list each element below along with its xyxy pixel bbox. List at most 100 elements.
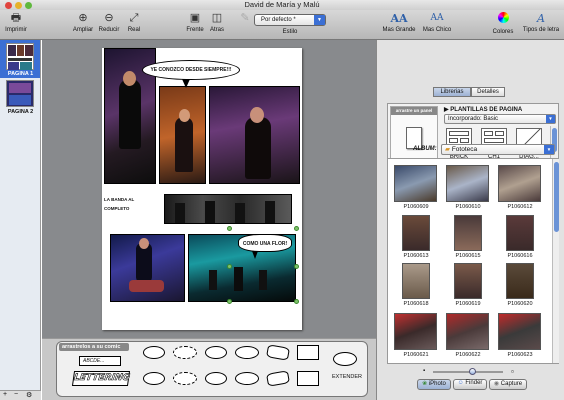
- print-button[interactable]: 🖶 Imprimir: [2, 12, 30, 33]
- photo-thumbnail[interactable]: [506, 263, 534, 299]
- gear-icon[interactable]: ⚙: [26, 391, 32, 399]
- folder-icon: ▰: [445, 146, 450, 153]
- photos-scrollbar[interactable]: [552, 159, 559, 363]
- bring-front-button[interactable]: ▣ Frente: [182, 12, 208, 33]
- tab-librerias[interactable]: Librerias: [433, 87, 471, 97]
- photo-label: P1060613: [403, 253, 429, 259]
- resize-handle[interactable]: [227, 299, 232, 304]
- remove-page-button[interactable]: −: [14, 391, 18, 398]
- bubble-shape-oval[interactable]: [205, 346, 227, 359]
- page-label-2: PAGINA 2: [7, 109, 34, 115]
- photo-thumbnail[interactable]: [394, 313, 437, 350]
- page-sidebar: PAGINA 1 PAGINA 2: [0, 40, 41, 390]
- photo-label: P1060616: [507, 253, 533, 259]
- bubble-shape-square[interactable]: [297, 345, 319, 360]
- font-bigger-icon: AA: [390, 12, 408, 25]
- page-thumbnail-2[interactable]: [6, 80, 34, 107]
- font-bigger-button[interactable]: AA Mas Grande: [380, 12, 418, 33]
- camera-icon: ◉: [493, 381, 500, 387]
- tab-finder[interactable]: ☺ Finder: [453, 379, 487, 390]
- bubble-shape-burst[interactable]: [266, 344, 290, 361]
- chevron-down-icon: ▼: [544, 145, 554, 154]
- photo-thumbnail[interactable]: [446, 313, 489, 350]
- fonts-button[interactable]: A Tipos de letra: [520, 12, 562, 33]
- album-label: ALBUM:: [413, 146, 437, 152]
- photo-thumbnail[interactable]: [454, 215, 482, 251]
- tab-capture[interactable]: ◉ Capture: [489, 379, 527, 390]
- chevron-down-icon: ▼: [314, 15, 325, 25]
- photo-label: P1060623: [507, 352, 533, 358]
- fonts-icon: A: [537, 12, 545, 25]
- zoom-window-button[interactable]: [25, 2, 32, 9]
- title-bar: David de María y Malú: [0, 0, 564, 10]
- minimize-window-button[interactable]: [15, 2, 22, 9]
- iphoto-icon: ❀: [422, 381, 428, 387]
- photo-thumbnail[interactable]: [454, 263, 482, 299]
- templates-select[interactable]: Incorporado: Basic ▼: [444, 114, 556, 124]
- printer-icon: 🖶: [10, 12, 22, 24]
- comic-panel-singer-center[interactable]: [159, 86, 206, 184]
- bubble-shape-oval[interactable]: [205, 372, 227, 385]
- speech-bubble-2-tail: [252, 251, 258, 259]
- bubble-shape-extend[interactable]: [333, 352, 357, 366]
- tab-iphoto[interactable]: ❀ iPhoto: [417, 379, 451, 390]
- photo-thumbnail[interactable]: [402, 215, 430, 251]
- actual-size-button[interactable]: ⤢ Real: [124, 12, 144, 33]
- lettering-template[interactable]: LETTERING: [71, 371, 131, 386]
- comic-panel-band[interactable]: [164, 194, 292, 224]
- bubble-shape-oval[interactable]: [143, 346, 165, 359]
- bubble-shape-burst[interactable]: [266, 370, 290, 387]
- bubble-shape-cloud[interactable]: [173, 372, 197, 385]
- bubble-shape-cloud[interactable]: [173, 346, 197, 359]
- resize-handle[interactable]: [227, 264, 232, 269]
- sidebar-footer: + − ⚙: [0, 390, 41, 400]
- photo-thumbnail[interactable]: [402, 263, 430, 299]
- small-size-icon: ▪: [423, 368, 426, 374]
- photo-thumbnail[interactable]: [446, 165, 489, 202]
- speech-bubble-2[interactable]: COMO UNA FLOR!: [238, 234, 292, 252]
- tray-title: arrastrelos a su comic: [59, 343, 129, 351]
- photo-label: P1060609: [403, 204, 429, 210]
- comic-panel-singer-blue[interactable]: [110, 234, 185, 302]
- add-page-button[interactable]: +: [3, 391, 7, 398]
- comic-panel-singer-right[interactable]: [209, 86, 300, 184]
- bubble-shape-square[interactable]: [297, 371, 319, 386]
- resize-handle[interactable]: [294, 264, 299, 269]
- photo-thumbnail[interactable]: [498, 165, 541, 202]
- caption-template[interactable]: ABCDE...: [79, 356, 121, 366]
- close-window-button[interactable]: [5, 2, 12, 9]
- balloon-tray: arrastrelos a su comic ABCDE... LETTERIN…: [56, 341, 368, 397]
- window-title: David de María y Malú: [244, 0, 320, 9]
- extend-label: EXTENDER: [332, 374, 362, 380]
- bubble-shape-oval[interactable]: [235, 372, 259, 385]
- comic-page[interactable]: YE CONOZCO DESDE SIEMPRE!!! LA BANDA AL …: [102, 48, 302, 330]
- photo-thumbnail[interactable]: [394, 165, 437, 202]
- tab-detalles[interactable]: Detalles: [471, 87, 505, 97]
- photo-thumbnail[interactable]: [506, 215, 534, 251]
- bubble-shape-oval[interactable]: [143, 372, 165, 385]
- colors-button[interactable]: Colores: [490, 12, 516, 35]
- style-control: Por defecto * ▼ Estilo: [254, 12, 326, 35]
- thumbnail-size-slider[interactable]: [433, 368, 503, 375]
- photo-label: P1060610: [455, 204, 481, 210]
- speech-bubble-1[interactable]: YE CONOZCO DESDE SIEMPRE!!!: [142, 60, 240, 80]
- chevron-down-icon: ▼: [546, 115, 555, 123]
- resize-handle[interactable]: [294, 299, 299, 304]
- slider-knob[interactable]: [469, 368, 476, 375]
- page-thumbnail-1[interactable]: [6, 43, 34, 70]
- caption-box[interactable]: LA BANDA AL COMPLETO: [104, 195, 152, 211]
- send-back-button[interactable]: ◫ Atras: [206, 12, 228, 33]
- resize-handle[interactable]: [294, 226, 299, 231]
- zoom-in-button[interactable]: ⊕ Ampliar: [70, 12, 96, 33]
- photo-label: P1060622: [455, 352, 481, 358]
- album-select[interactable]: ▰ Fototeca ▼: [441, 144, 555, 155]
- large-size-icon: ▫: [511, 367, 514, 376]
- style-select[interactable]: Por defecto * ▼: [254, 14, 326, 26]
- bubble-shape-oval[interactable]: [235, 346, 259, 359]
- photo-thumbnail[interactable]: [498, 313, 541, 350]
- color-wheel-icon: [490, 12, 516, 27]
- font-smaller-button[interactable]: AA Mas Chico: [420, 12, 454, 33]
- zoom-out-button[interactable]: ⊖ Reducir: [96, 12, 122, 33]
- speech-bubble-1-tail: [182, 79, 190, 88]
- resize-handle[interactable]: [227, 226, 232, 231]
